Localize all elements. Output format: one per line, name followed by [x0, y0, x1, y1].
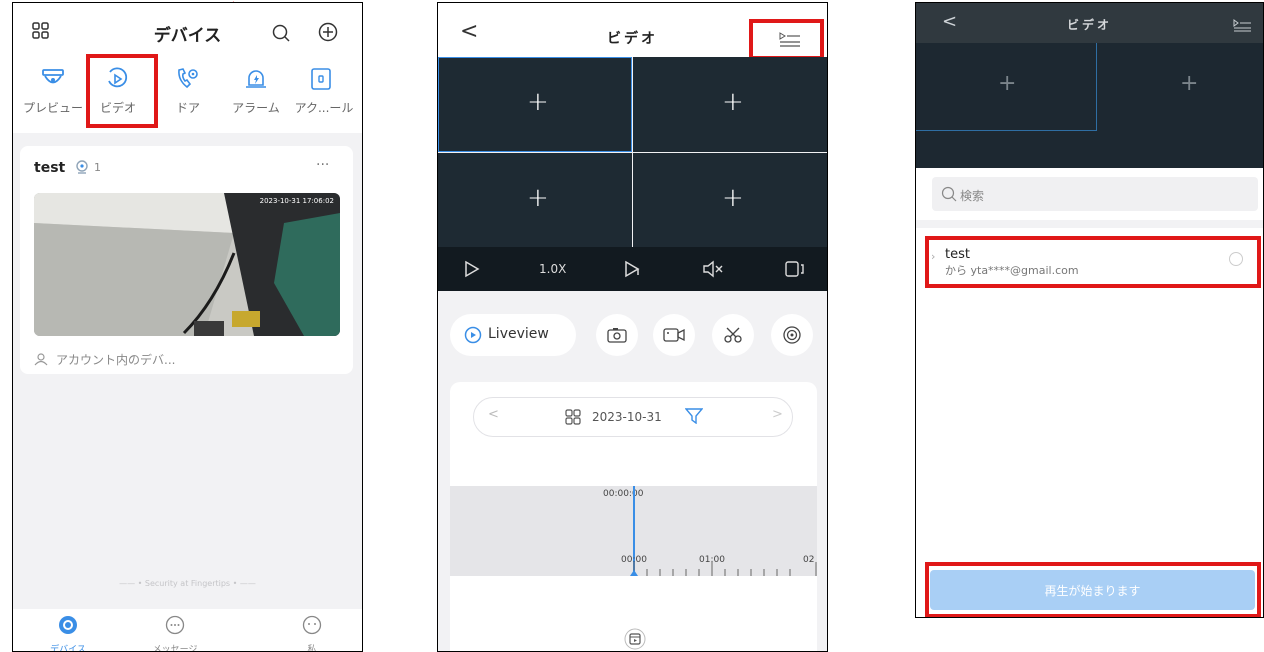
selected-date[interactable]: 2023-10-31 — [592, 410, 662, 424]
video-title: ビデオ — [1066, 18, 1112, 32]
record-button[interactable] — [653, 314, 695, 356]
camera-thumbnail[interactable]: 2023-10-31 17:06:02 — [34, 193, 340, 336]
device-card[interactable]: test 1 ··· 2023-10-31 17:06:02 アカウント内のデバ… — [20, 146, 353, 374]
device-count: 1 — [94, 161, 101, 174]
prev-date-button[interactable]: < — [488, 407, 499, 422]
account-icon — [34, 352, 48, 366]
highlight-device-item — [925, 236, 1261, 288]
shortcut-label-preview: プレビュー — [22, 101, 83, 115]
slogan: —— • Security at Fingertips • —— — [119, 579, 256, 588]
mute-icon[interactable] — [702, 260, 726, 278]
tab-me[interactable]: 私 — [277, 642, 347, 651]
search-placeholder: 検索 — [960, 189, 985, 203]
page-title: デバイス — [153, 26, 222, 46]
device-tab-icon[interactable] — [58, 615, 78, 635]
device-select-screen: < ビデオ + + 検索 › test から yta****@gmail.com… — [915, 2, 1264, 618]
camera-count-icon — [74, 160, 90, 174]
highlight-play-button — [925, 562, 1261, 617]
play-icon[interactable] — [464, 260, 480, 278]
profile-tab-icon[interactable] — [302, 615, 322, 635]
tab-messages[interactable]: メッセージ — [140, 642, 210, 651]
video-record-icon — [663, 328, 685, 342]
add-slot-1-icon[interactable]: + — [527, 87, 549, 117]
add-slot-4-icon[interactable]: + — [722, 183, 744, 213]
tick-label-2: 02 — [803, 555, 815, 565]
clip-button[interactable] — [712, 314, 754, 356]
access-control-icon[interactable] — [310, 67, 332, 91]
snapshot-button[interactable] — [596, 314, 638, 356]
next-date-button[interactable]: > — [772, 407, 783, 422]
shortcut-label-access: アク...ール — [294, 101, 354, 115]
device-list-screen: デバイス プレビュー ビデオ ドア アラーム アク...ール test 1 ··… — [12, 2, 363, 652]
message-tab-icon[interactable] — [165, 615, 185, 635]
search-icon[interactable] — [271, 23, 291, 43]
door-phone-icon[interactable] — [175, 66, 201, 92]
liveview-button[interactable]: Liveview — [450, 314, 576, 356]
add-device-icon[interactable] — [318, 22, 338, 42]
speed-button[interactable]: 1.0X — [539, 262, 566, 276]
add-slot-3-icon[interactable]: + — [527, 183, 549, 213]
liveview-label: Liveview — [488, 326, 549, 342]
add-slot-2-icon[interactable]: + — [722, 87, 744, 117]
highlight-video-shortcut — [86, 54, 158, 128]
liveview-icon — [464, 326, 482, 344]
device-name: test — [34, 160, 66, 176]
video-playback-screen: < ビデオ + + + + 1.0X Liveview < 2023-10-31… — [437, 2, 828, 652]
calendar-grid-icon[interactable] — [565, 409, 581, 425]
time-cursor-label: 00:00:00 — [603, 489, 644, 499]
more-options-icon[interactable]: ··· — [316, 157, 329, 173]
divider — [916, 220, 1263, 228]
tick-label-1: 01:00 — [699, 555, 725, 565]
lens-icon — [783, 326, 801, 344]
filter-icon[interactable] — [685, 408, 703, 424]
fullscreen-icon[interactable] — [784, 260, 806, 278]
camera-icon — [607, 328, 627, 343]
thumbnail-timestamp: 2023-10-31 17:06:02 — [259, 197, 334, 205]
tab-devices[interactable]: デバイス — [33, 642, 103, 651]
highlight-device-list — [749, 19, 824, 60]
scissors-icon — [724, 327, 742, 343]
shortcut-label-door: ドア — [175, 101, 200, 115]
alarm-bell-icon[interactable] — [243, 66, 269, 92]
dim-plus-2: + — [1180, 71, 1199, 96]
playback-file-icon[interactable] — [624, 628, 646, 650]
camera-snapshot-image — [34, 193, 340, 336]
search-icon — [941, 186, 957, 202]
step-forward-icon[interactable] — [624, 260, 640, 278]
camera-dome-icon[interactable] — [41, 67, 65, 91]
dim-plus-1: + — [998, 71, 1017, 96]
device-list-icon[interactable] — [1232, 19, 1252, 33]
tick-label-0: 00:00 — [621, 555, 647, 565]
fisheye-button[interactable] — [771, 314, 813, 356]
account-devices-label[interactable]: アカウント内のデバ... — [56, 351, 175, 368]
shortcut-label-alarm: アラーム — [232, 101, 280, 115]
